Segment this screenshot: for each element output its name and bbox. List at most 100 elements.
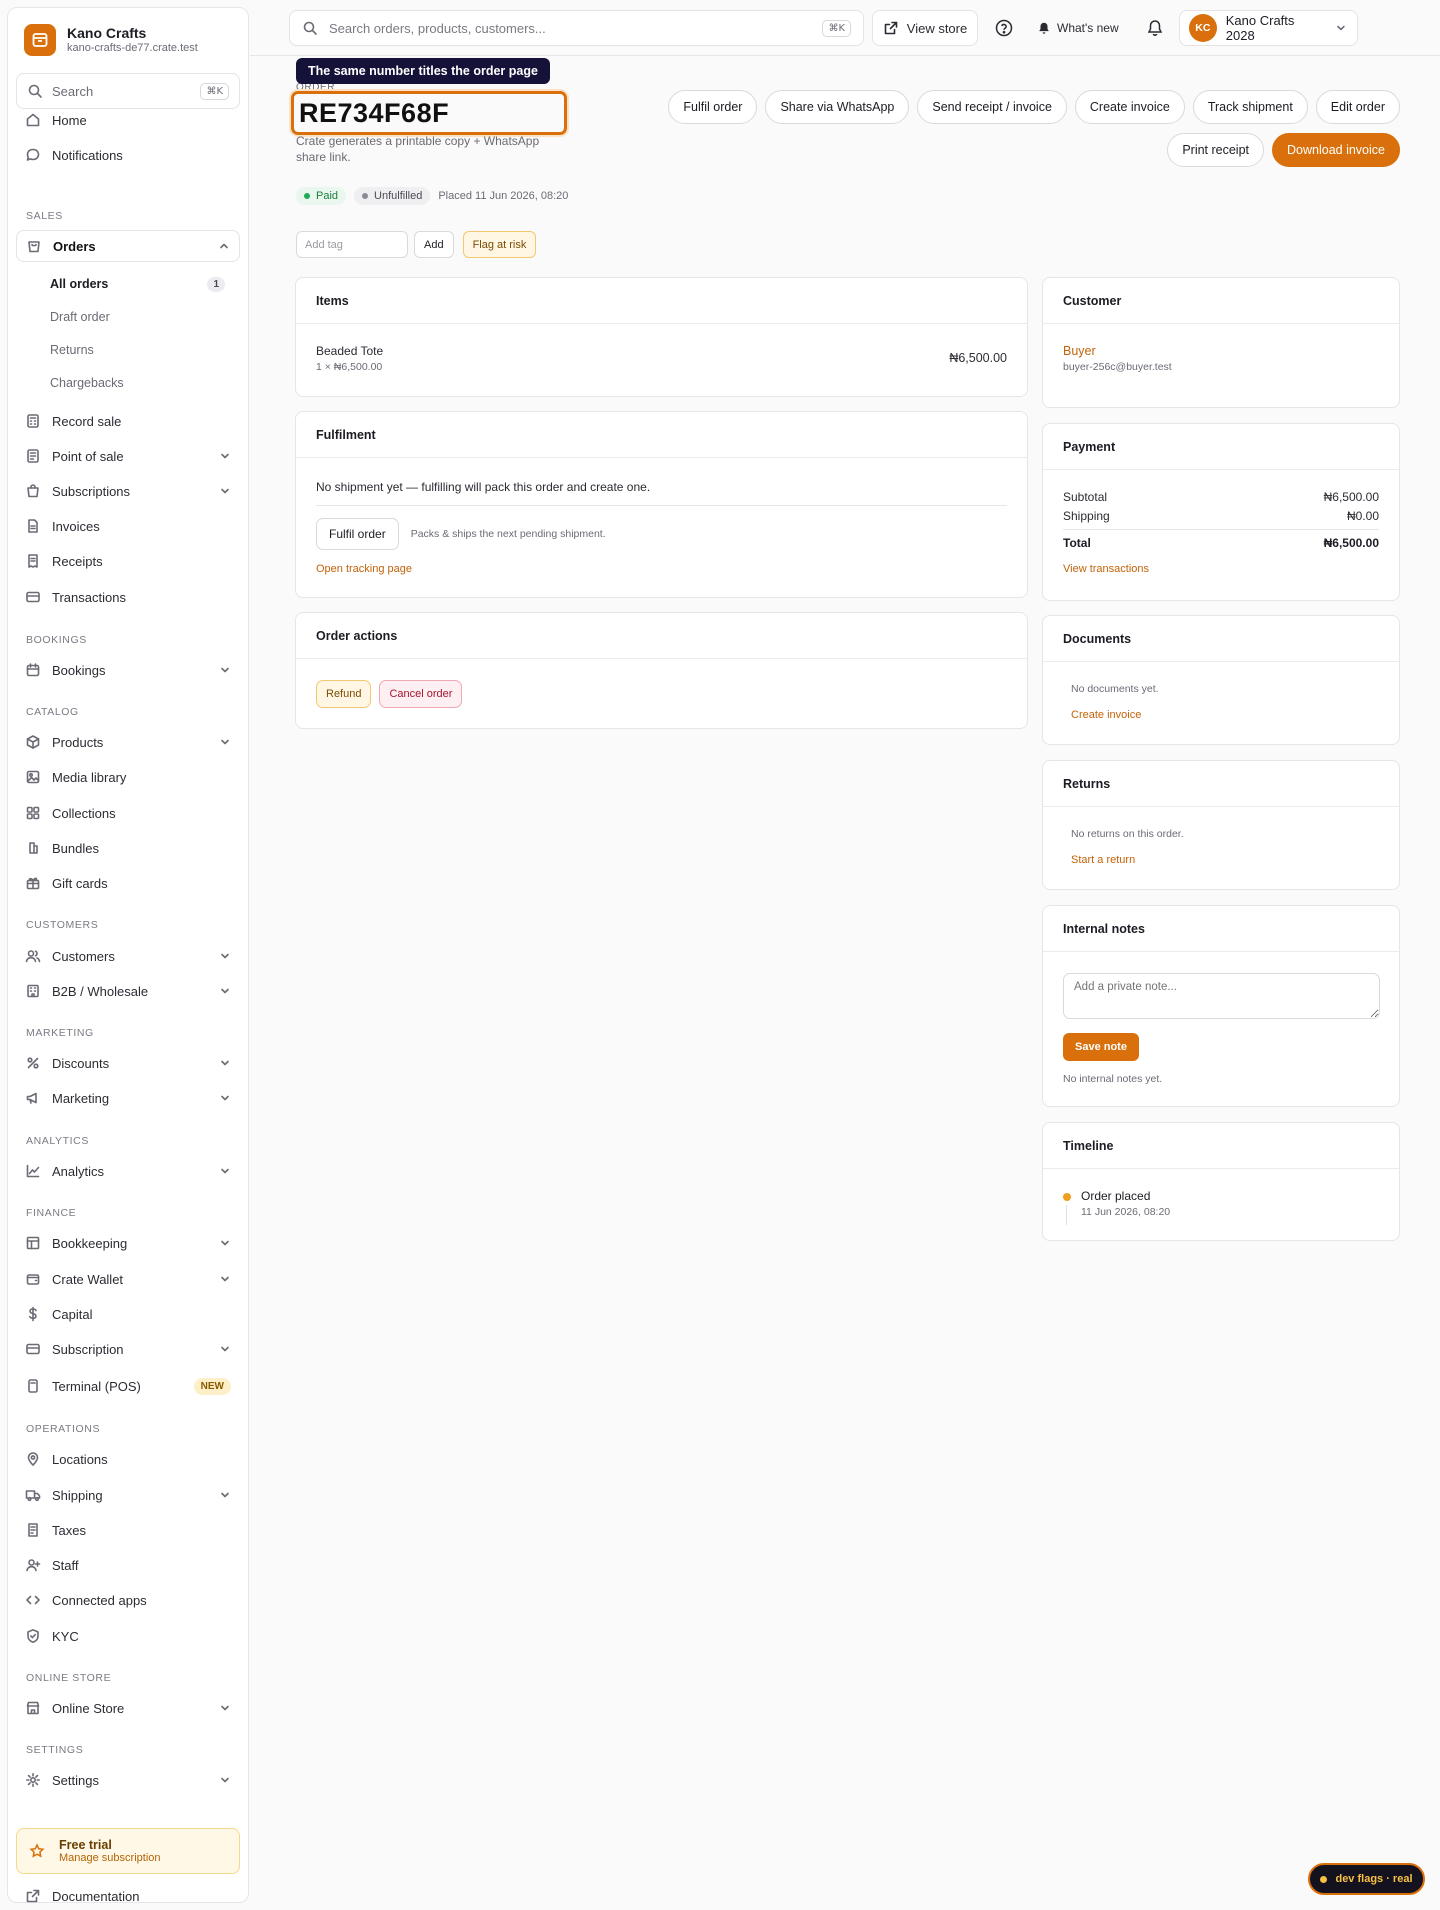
- sidebar-item-gift-cards[interactable]: Gift cards: [16, 867, 240, 899]
- total-row: Total ₦6,500.00: [1063, 536, 1379, 550]
- sidebar-item-label: Media library: [52, 769, 127, 785]
- customer-card: Customer Buyer buyer-256c@buyer.test: [1042, 277, 1400, 408]
- free-trial-card[interactable]: Free trial Manage subscription: [16, 1828, 240, 1874]
- sidebar-item-bundles[interactable]: Bundles: [16, 832, 240, 864]
- brand[interactable]: Kano Crafts kano-crafts-de77.crate.test: [24, 24, 198, 56]
- documents-title: Documents: [1043, 616, 1399, 662]
- fulfilment-card: Fulfilment No shipment yet — fulfilling …: [295, 411, 1028, 598]
- sidebar-item-subscriptions[interactable]: Subscriptions: [16, 475, 240, 507]
- sidebar-item-settings[interactable]: Settings: [16, 1764, 240, 1796]
- sidebar-item-record-sale[interactable]: Record sale: [16, 405, 240, 437]
- payment-breakdown: Subtotal ₦6,500.00 Shipping ₦0.00 Total ₦6,…: [1063, 490, 1379, 575]
- search-shortcut: ⌘K: [822, 19, 851, 37]
- sidebar-item-media-library[interactable]: Media library: [16, 761, 240, 793]
- save-note-button[interactable]: Save note: [1063, 1033, 1139, 1061]
- timeline-card: Timeline Order placed 11 Jun 2026, 08:20: [1042, 1122, 1400, 1241]
- sidebar-item-notifications[interactable]: Notifications: [16, 139, 240, 171]
- print-receipt-button[interactable]: Print receipt: [1167, 133, 1265, 167]
- items-card: Items Beaded Tote 1 × ₦6,500.00 ₦6,500.0…: [295, 277, 1028, 397]
- create-invoice-button[interactable]: Create invoice: [1074, 90, 1185, 124]
- sidebar-item-discounts[interactable]: Discounts: [16, 1047, 240, 1079]
- view-store-label: View store: [906, 20, 968, 36]
- sidebar-item-point-of-sale[interactable]: Point of sale: [16, 440, 240, 472]
- sidebar-subitem-chargebacks[interactable]: Chargebacks: [50, 372, 230, 394]
- help-icon[interactable]: [994, 18, 1014, 38]
- manage-subscription-link[interactable]: Manage subscription: [59, 1852, 161, 1864]
- sidebar-item-transactions[interactable]: Transactions: [16, 581, 240, 613]
- external-link-icon: [884, 21, 898, 35]
- ledger-icon: [26, 1236, 40, 1250]
- chevron-down-icon: [221, 1705, 229, 1711]
- star-icon: [29, 1843, 45, 1858]
- documentation-link[interactable]: Documentation: [16, 1884, 148, 1908]
- create-invoice-link[interactable]: Create invoice: [1071, 709, 1379, 721]
- download-invoice-button[interactable]: Download invoice: [1272, 133, 1400, 167]
- edit-order-button[interactable]: Edit order: [1315, 90, 1400, 124]
- sidebar-item-kyc[interactable]: KYC: [16, 1620, 240, 1652]
- sidebar: Kano Crafts kano-crafts-de77.crate.test …: [7, 7, 249, 1904]
- terminal-icon: [28, 1379, 38, 1393]
- sidebar-item-connected-apps[interactable]: Connected apps: [16, 1584, 240, 1616]
- track-shipment-button[interactable]: Track shipment: [1192, 90, 1308, 124]
- sidebar-item-home[interactable]: Home: [16, 104, 240, 136]
- sidebar-item-bookkeeping[interactable]: Bookkeeping: [16, 1227, 240, 1259]
- fulfilment-actions: Fulfil order Packs & ships the next pend…: [316, 518, 1007, 550]
- send-receipt-button[interactable]: Send receipt / invoice: [917, 90, 1067, 124]
- add-tag-button[interactable]: Add: [414, 231, 454, 258]
- fulfil-order-inline-button[interactable]: Fulfil order: [316, 518, 399, 550]
- sidebar-item-label: Shipping: [52, 1487, 103, 1503]
- sidebar-item-label: KYC: [52, 1628, 79, 1644]
- sidebar-item-subscription[interactable]: Subscription: [16, 1333, 240, 1365]
- sidebar-item-customers[interactable]: Customers: [16, 940, 240, 972]
- new-badge: NEW: [193, 1377, 231, 1395]
- dev-flags-pill[interactable]: dev flags · real: [1308, 1863, 1425, 1895]
- sidebar-item-invoices[interactable]: Invoices: [16, 510, 240, 542]
- sidebar-item-capital[interactable]: Capital: [16, 1298, 240, 1330]
- trial-title: Free trial: [59, 1838, 112, 1852]
- sidebar-item-staff[interactable]: Staff: [16, 1549, 240, 1581]
- view-transactions-link[interactable]: View transactions: [1063, 563, 1379, 575]
- sidebar-subitem-draft-order[interactable]: Draft order: [50, 306, 230, 328]
- sidebar-item-orders[interactable]: Orders: [16, 230, 240, 262]
- sidebar-item-marketing[interactable]: Marketing: [16, 1082, 240, 1114]
- share-whatsapp-button[interactable]: Share via WhatsApp: [765, 90, 910, 124]
- start-return-link[interactable]: Start a return: [1071, 854, 1379, 866]
- refund-button[interactable]: Refund: [316, 680, 372, 708]
- sidebar-item-crate-wallet[interactable]: Crate Wallet: [16, 1263, 240, 1295]
- sidebar-item-analytics[interactable]: Analytics: [16, 1155, 240, 1187]
- section-customers: CUSTOMERS: [26, 919, 99, 931]
- sidebar-item-shipping[interactable]: Shipping: [16, 1479, 240, 1511]
- chevron-down-icon: [221, 1240, 229, 1246]
- items-title: Items: [296, 278, 1027, 324]
- payment-card: Payment Subtotal ₦6,500.00 Shipping ₦0.00 …: [1042, 423, 1400, 601]
- cancel-order-button[interactable]: Cancel order: [379, 680, 463, 708]
- sidebar-item-products[interactable]: Products: [16, 726, 240, 758]
- customer-name-link[interactable]: Buyer: [1063, 344, 1379, 358]
- sidebar-item-taxes[interactable]: Taxes: [16, 1514, 240, 1546]
- sidebar-item-online-store[interactable]: Online Store: [16, 1692, 240, 1724]
- pos-icon: [27, 449, 39, 463]
- account-switcher[interactable]: KC Kano Crafts 2028: [1179, 10, 1358, 46]
- flag-at-risk-button[interactable]: Flag at risk: [462, 231, 537, 258]
- global-search-input[interactable]: Search orders, products, customers... ⌘K: [289, 10, 864, 46]
- sidebar-item-receipts[interactable]: Receipts: [16, 545, 240, 577]
- wallet-icon: [26, 1274, 40, 1285]
- sidebar-item-bookings[interactable]: Bookings: [16, 654, 240, 686]
- section-finance: FINANCE: [26, 1207, 77, 1219]
- view-store-button[interactable]: View store: [872, 10, 978, 46]
- sidebar-item-terminal-pos[interactable]: Terminal (POS) NEW: [16, 1370, 240, 1402]
- sidebar-subitem-all-orders[interactable]: All orders 1: [50, 273, 230, 295]
- private-note-textarea[interactable]: [1063, 973, 1380, 1019]
- sidebar-item-b2b-wholesale[interactable]: B2B / Wholesale: [16, 975, 240, 1007]
- open-tracking-page-link[interactable]: Open tracking page: [316, 563, 1007, 575]
- sidebar-item-locations[interactable]: Locations: [16, 1443, 240, 1475]
- sidebar-subitem-returns[interactable]: Returns: [50, 339, 230, 361]
- sidebar-item-collections[interactable]: Collections: [16, 797, 240, 829]
- fulfil-order-button[interactable]: Fulfil order: [668, 90, 758, 124]
- whats-new-button[interactable]: What's new: [1037, 10, 1119, 46]
- timeline-event-time: 11 Jun 2026, 08:20: [1081, 1206, 1171, 1218]
- dev-flags-label: dev flags · real: [1335, 1873, 1413, 1885]
- documents-empty: No documents yet.: [1071, 683, 1159, 695]
- notifications-bell-icon[interactable]: [1145, 18, 1165, 38]
- add-tag-input[interactable]: Add tag: [296, 231, 408, 258]
